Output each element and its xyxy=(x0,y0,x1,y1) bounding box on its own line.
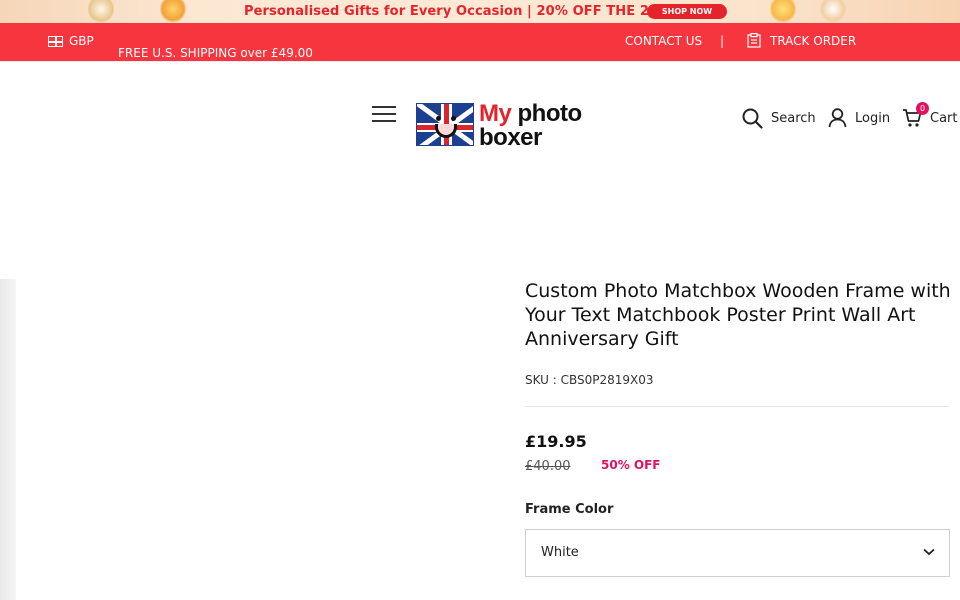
divider xyxy=(525,406,949,407)
logo-flag-icon xyxy=(416,103,474,146)
gift-decoration xyxy=(88,0,114,23)
frame-color-select[interactable]: White xyxy=(525,529,950,577)
clipboard-icon xyxy=(747,33,761,48)
top-bar: GBP FREE U.S. SHIPPING over £49.00 CONTA… xyxy=(0,23,960,61)
site-logo[interactable]: My photo boxer xyxy=(416,100,588,151)
search-button[interactable]: Search xyxy=(742,108,816,129)
cart-label: Cart xyxy=(930,110,958,126)
frame-color-label: Frame Color xyxy=(525,502,614,517)
flag-icon xyxy=(48,35,63,47)
separator: | xyxy=(720,34,725,48)
product-sku: SKU : CBS0P2819X03 xyxy=(525,373,654,387)
promo-banner[interactable]: Personalised Gifts for Every Occasion | … xyxy=(0,0,960,23)
menu-icon[interactable] xyxy=(372,106,396,124)
chevron-down-icon xyxy=(923,548,935,556)
product-gallery-image[interactable] xyxy=(0,279,16,600)
gift-decoration xyxy=(820,0,846,23)
promo-text: Personalised Gifts for Every Occasion | … xyxy=(244,4,671,19)
currency-label: GBP xyxy=(69,34,94,48)
original-price: £40.00 xyxy=(525,459,571,474)
frame-color-value: White xyxy=(541,545,579,560)
cart-count-badge: 0 xyxy=(916,102,929,115)
header-divider xyxy=(0,61,960,62)
shop-now-button[interactable]: SHOP NOW xyxy=(647,4,727,19)
login-label: Login xyxy=(855,110,891,126)
search-icon xyxy=(742,108,763,129)
logo-wordmark-line2: boxer xyxy=(479,124,542,151)
shipping-notice: FREE U.S. SHIPPING over £49.00 xyxy=(118,46,313,60)
discount-badge: 50% OFF xyxy=(601,458,661,472)
contact-us-link[interactable]: CONTACT US xyxy=(625,34,702,48)
cart-button[interactable]: 0 Cart xyxy=(902,102,958,128)
gift-decoration xyxy=(160,0,186,23)
login-button[interactable]: Login xyxy=(828,108,890,128)
search-label: Search xyxy=(771,111,816,126)
currency-selector[interactable]: GBP xyxy=(48,34,94,48)
track-order-label: TRACK ORDER xyxy=(770,33,857,48)
product-title: Custom Photo Matchbox Wooden Frame with … xyxy=(525,280,951,350)
user-icon xyxy=(828,108,847,128)
product-price: £19.95 xyxy=(525,432,587,451)
track-order-link[interactable]: TRACK ORDER xyxy=(747,33,856,48)
gift-decoration xyxy=(770,0,796,23)
